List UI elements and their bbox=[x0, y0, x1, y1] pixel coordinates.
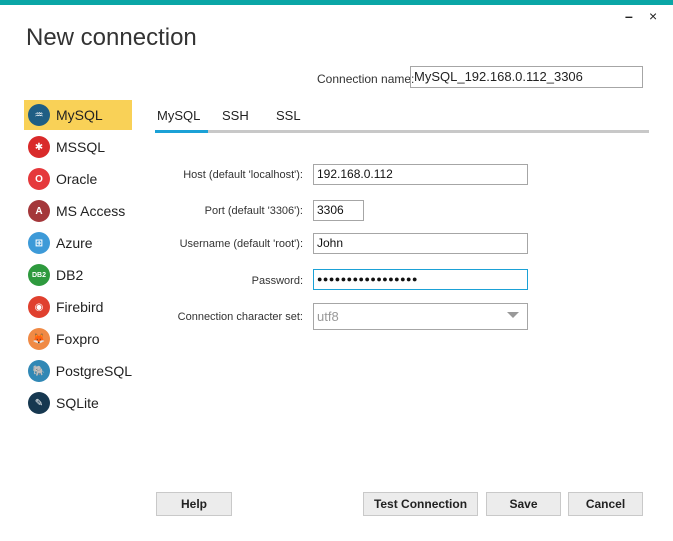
sidebar-item-label: Azure bbox=[56, 235, 93, 251]
host-input[interactable]: 192.168.0.112 bbox=[313, 164, 528, 185]
sidebar-item-label: MySQL bbox=[56, 107, 103, 123]
sidebar-item-ms-access[interactable]: A MS Access bbox=[24, 196, 132, 226]
cancel-button[interactable]: Cancel bbox=[568, 492, 643, 516]
sidebar-item-azure[interactable]: ⊞ Azure bbox=[24, 228, 132, 258]
sidebar-item-firebird[interactable]: ◉ Firebird bbox=[24, 292, 132, 322]
sidebar-item-label: SQLite bbox=[56, 395, 99, 411]
sidebar-item-label: MS Access bbox=[56, 203, 126, 219]
sidebar-item-sqlite[interactable]: ✎ SQLite bbox=[24, 388, 132, 418]
azure-windows-icon: ⊞ bbox=[28, 232, 50, 254]
sidebar-item-label: PostgreSQL bbox=[55, 363, 132, 379]
tab-ssl[interactable]: SSL bbox=[276, 108, 301, 123]
connection-name-input[interactable]: MySQL_192.168.0.112_3306 bbox=[410, 66, 643, 88]
sidebar-item-mssql[interactable]: ✱ MSSQL bbox=[24, 132, 132, 162]
database-type-list: ♒ MySQL ✱ MSSQL O Oracle A MS Access ⊞ Azure DB2 DB… bbox=[24, 100, 132, 420]
db2-ibm-icon: DB2 bbox=[28, 264, 50, 286]
sidebar-item-postgresql[interactable]: 🐘 PostgreSQL bbox=[24, 356, 132, 386]
port-input[interactable]: 3306 bbox=[313, 200, 364, 221]
ms-access-icon: A bbox=[28, 200, 50, 222]
tab-ssh[interactable]: SSH bbox=[222, 108, 249, 123]
host-label: Host (default 'localhost'): bbox=[183, 169, 303, 181]
chevron-down-icon[interactable] bbox=[507, 312, 519, 318]
connection-name-label: Connection name: bbox=[317, 72, 415, 86]
charset-label: Connection character set: bbox=[177, 311, 303, 323]
sqlite-feather-icon: ✎ bbox=[28, 392, 50, 414]
port-label: Port (default '3306'): bbox=[204, 205, 303, 217]
mysql-dolphin-icon: ♒ bbox=[28, 104, 50, 126]
sidebar-item-oracle[interactable]: O Oracle bbox=[24, 164, 132, 194]
tab-mysql[interactable]: MySQL bbox=[157, 108, 200, 123]
foxpro-icon: 🦊 bbox=[28, 328, 50, 350]
oracle-icon: O bbox=[28, 168, 50, 190]
password-label: Password: bbox=[251, 275, 303, 287]
username-input[interactable]: John bbox=[313, 233, 528, 254]
sidebar-item-mysql[interactable]: ♒ MySQL bbox=[24, 100, 132, 130]
sidebar-item-label: MSSQL bbox=[56, 139, 106, 155]
connection-tabs: MySQL SSH SSL bbox=[155, 108, 649, 134]
dialog-title: New connection bbox=[26, 24, 197, 51]
charset-dropdown[interactable]: utf8 bbox=[313, 303, 528, 330]
mssql-icon: ✱ bbox=[28, 136, 50, 158]
password-input[interactable]: ●●●●●●●●●●●●●●●●● bbox=[313, 269, 528, 290]
sidebar-item-label: DB2 bbox=[56, 267, 84, 283]
close-button[interactable]: × bbox=[649, 8, 657, 24]
test-connection-button[interactable]: Test Connection bbox=[363, 492, 478, 516]
minimize-button[interactable]: – bbox=[625, 8, 633, 24]
postgresql-elephant-icon: 🐘 bbox=[28, 360, 50, 382]
sidebar-item-label: Oracle bbox=[56, 171, 98, 187]
window-accent-bar bbox=[0, 0, 673, 5]
tab-active-indicator bbox=[155, 130, 208, 133]
save-button[interactable]: Save bbox=[486, 492, 561, 516]
tab-underline bbox=[155, 130, 649, 133]
sidebar-item-db2[interactable]: DB2 DB2 bbox=[24, 260, 132, 290]
sidebar-item-label: Firebird bbox=[56, 299, 104, 315]
sidebar-item-foxpro[interactable]: 🦊 Foxpro bbox=[24, 324, 132, 354]
help-button[interactable]: Help bbox=[156, 492, 232, 516]
charset-value: utf8 bbox=[317, 309, 339, 324]
sidebar-item-label: Foxpro bbox=[56, 331, 100, 347]
username-label: Username (default 'root'): bbox=[179, 238, 303, 250]
firebird-icon: ◉ bbox=[28, 296, 50, 318]
